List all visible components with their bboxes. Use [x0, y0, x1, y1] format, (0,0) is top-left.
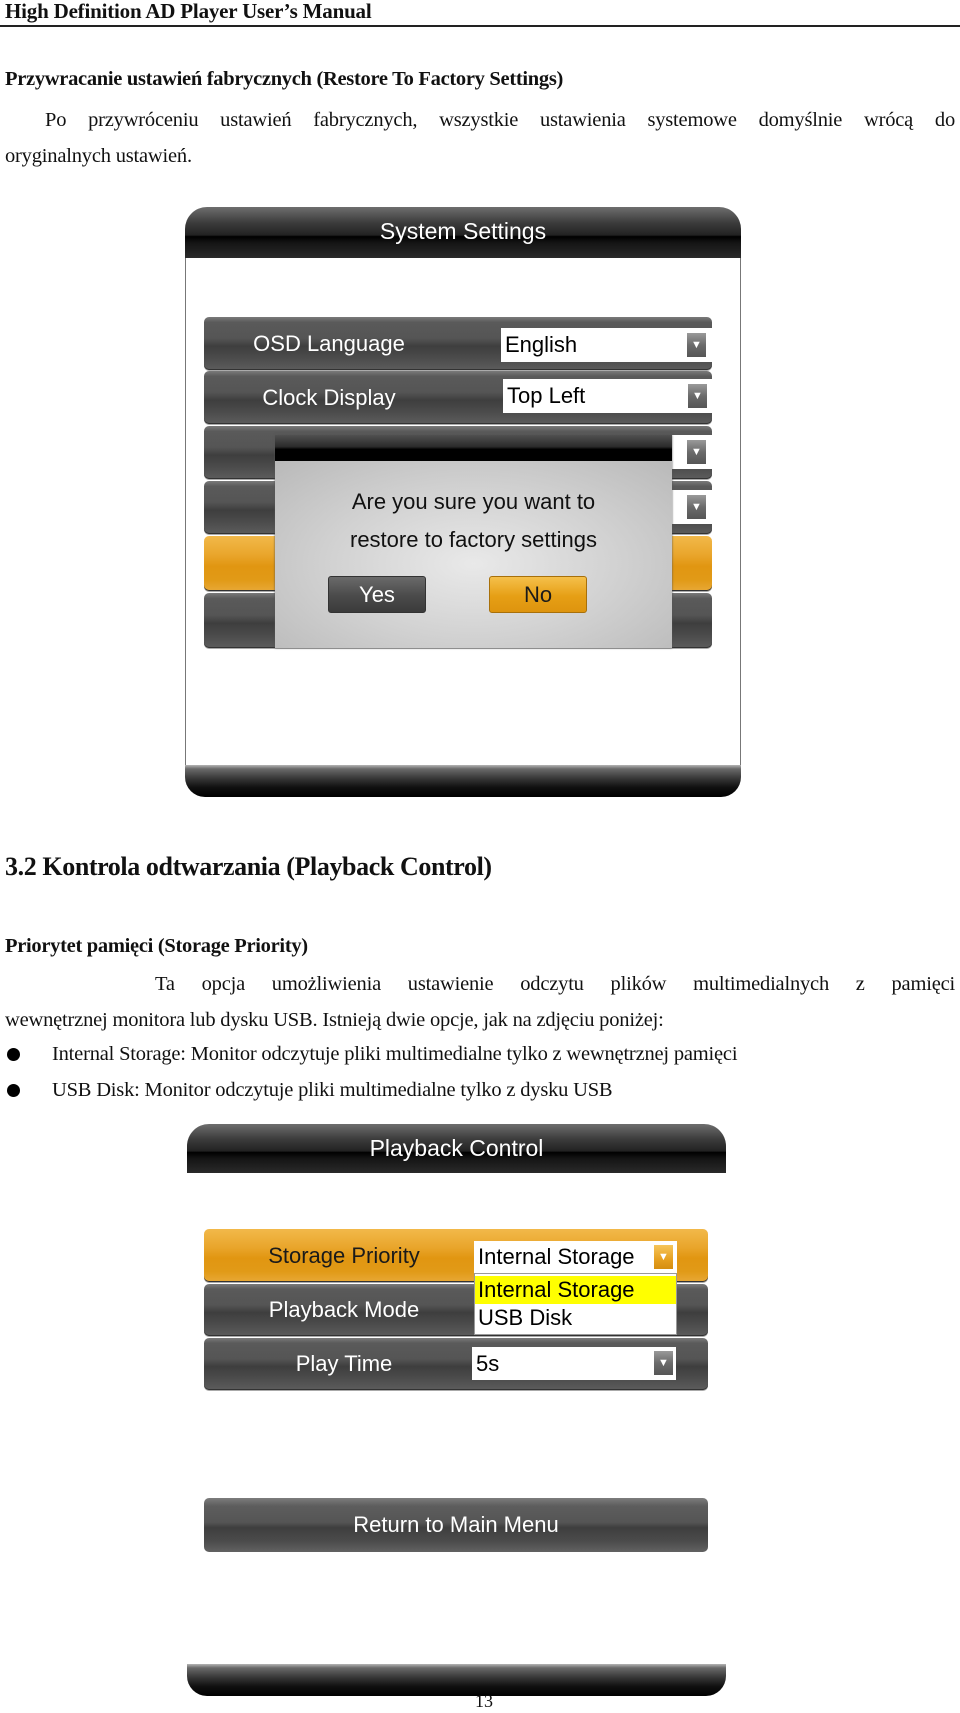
dialog-message: Are you sure you want to restore to fact… — [275, 483, 672, 559]
osd-language-label: OSD Language — [253, 330, 405, 356]
storage-priority-paragraph: Ta opcja umożliwienia ustawienie odczytu… — [5, 966, 955, 1038]
restore-confirm-dialog: Are you sure you want to restore to fact… — [275, 435, 672, 648]
playback-control-header: Playback Control — [187, 1124, 726, 1173]
dropdown-option-usb-disk[interactable]: USB Disk — [475, 1304, 676, 1332]
restore-section-title: Przywracanie ustawień fabrycznych (Resto… — [5, 68, 564, 90]
storage-paragraph-line-2: wewnętrznej monitora lub dysku USB. Istn… — [5, 1009, 664, 1031]
osd-language-select[interactable]: English ▼ — [501, 328, 712, 362]
clock-display-select[interactable]: Top Left ▼ — [503, 379, 713, 413]
bullet-icon — [7, 1084, 20, 1097]
settings-row-clock-display[interactable]: Clock Display Top Left ▼ — [204, 371, 713, 424]
bullet-item: USB Disk: Monitor odczytuje pliki multim… — [0, 1072, 960, 1108]
chevron-down-icon[interactable]: ▼ — [654, 1351, 673, 1375]
play-time-label: Play Time — [295, 1351, 393, 1376]
page-number: 13 — [475, 1691, 493, 1711]
storage-priority-label: Storage Priority — [268, 1242, 420, 1268]
yes-button[interactable]: Yes — [328, 576, 426, 613]
storage-priority-value: Internal Storage — [478, 1244, 635, 1269]
chevron-down-icon[interactable]: ▼ — [687, 333, 706, 357]
settings-row-osd-language[interactable]: OSD Language English ▼ — [204, 317, 712, 370]
chevron-down-icon[interactable]: ▼ — [688, 384, 707, 408]
dropdown-option-internal-storage[interactable]: Internal Storage — [475, 1276, 676, 1304]
system-settings-screen: System Settings OSD Language English ▼ C… — [185, 207, 741, 797]
dialog-title-bar — [275, 435, 672, 461]
bullet-text: Internal Storage: Monitor odczytuje plik… — [52, 1043, 738, 1065]
chevron-down-icon[interactable]: ▼ — [687, 495, 706, 519]
bullet-item: Internal Storage: Monitor odczytuje plik… — [0, 1036, 960, 1072]
storage-options-list: Internal Storage: Monitor odczytuje plik… — [0, 1036, 960, 1108]
running-head: High Definition AD Player User’s Manual — [5, 0, 372, 23]
playback-row-play-time[interactable]: Play Time 5s ▼ — [204, 1338, 708, 1390]
restore-paragraph: Po przywróceniu ustawień fabrycznych, ws… — [5, 102, 955, 174]
system-settings-header: System Settings — [185, 207, 741, 258]
restore-paragraph-line-2: oryginalnych ustawień. — [5, 145, 192, 167]
dialog-body: Are you sure you want to restore to fact… — [275, 461, 672, 648]
no-button[interactable]: No — [489, 576, 587, 613]
osd-language-value: English — [505, 332, 578, 357]
system-settings-footer — [185, 765, 741, 797]
bullet-icon — [7, 1048, 20, 1061]
return-to-main-menu-button[interactable]: Return to Main Menu — [204, 1498, 708, 1552]
storage-priority-dropdown: Internal Storage USB Disk — [474, 1273, 677, 1335]
chevron-down-icon[interactable]: ▼ — [654, 1245, 673, 1269]
storage-paragraph-line-1: Ta opcja umożliwienia ustawienie odczytu… — [155, 973, 955, 995]
playback-control-screen: Playback Control Storage Priority Playba… — [187, 1124, 726, 1696]
dialog-message-line-1: Are you sure you want to — [351, 489, 596, 514]
playback-mode-label: Playback Mode — [268, 1297, 420, 1322]
dialog-message-line-2: restore to factory settings — [350, 527, 597, 552]
playback-control-footer — [187, 1664, 726, 1696]
playback-section-heading: 3.2 Kontrola odtwarzania (Playback Contr… — [5, 852, 492, 881]
play-time-value: 5s — [476, 1350, 500, 1376]
clock-display-value: Top Left — [507, 383, 586, 408]
chevron-down-icon[interactable]: ▼ — [687, 440, 706, 464]
clock-display-label: Clock Display — [262, 384, 396, 410]
restore-paragraph-line-1: Po przywróceniu ustawień fabrycznych, ws… — [45, 109, 955, 131]
bullet-text: USB Disk: Monitor odczytuje pliki multim… — [52, 1079, 613, 1101]
storage-priority-select[interactable]: Internal Storage ▼ — [474, 1241, 677, 1273]
header-rule — [0, 25, 960, 27]
play-time-select[interactable]: 5s ▼ — [472, 1347, 676, 1380]
storage-priority-subheading: Priorytet pamięci (Storage Priority) — [5, 935, 308, 957]
